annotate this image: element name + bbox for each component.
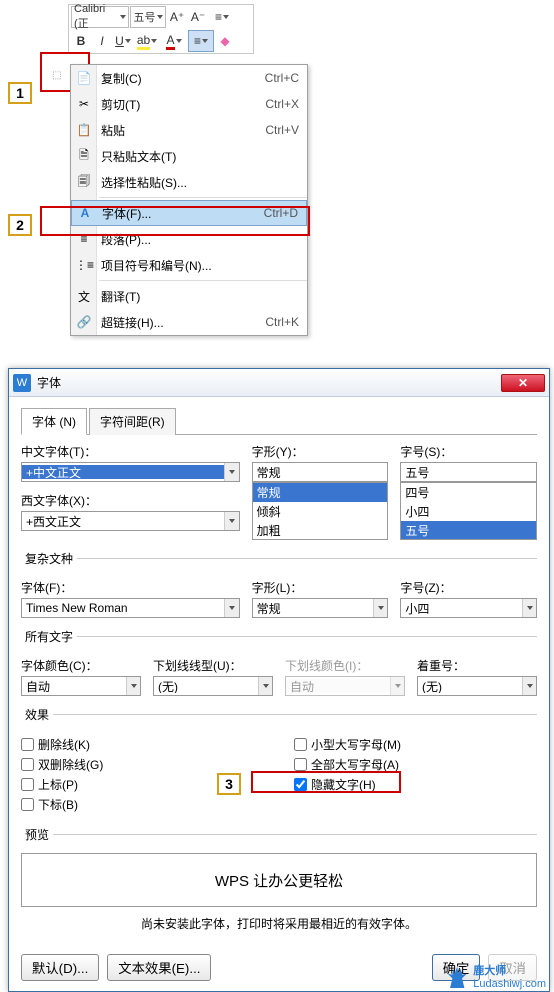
preview-group: 预览 WPS 让办公更轻松 尚未安装此字体，打印时将采用最相近的有效字体。: [21, 826, 537, 940]
step-badge-1: 1: [8, 82, 32, 104]
size-top-list[interactable]: 四号 小四 五号: [400, 482, 537, 540]
paste-special-icon: 🗐: [75, 172, 93, 193]
increase-font-button[interactable]: A⁺: [167, 6, 187, 28]
deer-icon: [445, 964, 469, 988]
dialog-title: 字体: [37, 374, 61, 391]
label-style-top: 字形(Y)：: [252, 443, 389, 460]
complex-font-combo[interactable]: [21, 598, 240, 618]
label-size-top: 字号(S)：: [400, 443, 537, 460]
hidden-text-marker: ⬚: [52, 70, 61, 81]
menu-cut[interactable]: ✂ 剪切(T) Ctrl+X: [71, 91, 307, 117]
complex-style-combo[interactable]: [252, 598, 389, 618]
paste-text-icon: 🗎: [75, 146, 93, 167]
clear-format-button[interactable]: ◆: [215, 30, 235, 52]
menu-copy[interactable]: 📄 复制(C) Ctrl+C: [71, 65, 307, 91]
bullets-icon: ⋮≡: [75, 258, 93, 272]
menu-translate[interactable]: 文 翻译(T): [71, 283, 307, 309]
menu-paste-special[interactable]: 🗐 选择性粘贴(S)...: [71, 169, 307, 195]
cut-icon: ✂: [75, 97, 93, 111]
hidden-checkbox-highlight: [251, 771, 401, 793]
complex-script-group: 复杂文种 字体(F)： 字形(L)： 字号(Z)：: [21, 550, 537, 618]
chk-smallcaps[interactable]: 小型大写字母(M): [294, 736, 537, 753]
translate-icon: 文: [75, 288, 93, 305]
menu-paste[interactable]: 📋 粘贴 Ctrl+V: [71, 117, 307, 143]
step-badge-3: 3: [217, 773, 241, 795]
chinese-font-combo[interactable]: [21, 462, 240, 482]
western-font-combo[interactable]: [21, 511, 240, 531]
menu-bullets[interactable]: ⋮≡ 项目符号和编号(N)...: [71, 252, 307, 278]
font-color-combo[interactable]: [21, 676, 141, 696]
underline-button[interactable]: U: [113, 30, 133, 52]
tab-spacing[interactable]: 字符间距(R): [89, 408, 176, 435]
underline-color-combo: [285, 676, 405, 696]
paste-icon: 📋: [75, 123, 93, 137]
all-text-group: 所有文字 字体颜色(C)： 下划线线型(U)： 下划线颜色(I)：: [21, 628, 537, 696]
app-icon: W: [13, 374, 31, 392]
menu-hyperlink[interactable]: 🔗 超链接(H)... Ctrl+K: [71, 309, 307, 335]
line-spacing-button[interactable]: ≡: [209, 6, 235, 28]
chk-sub[interactable]: 下标(B): [21, 796, 264, 813]
menu-paste-text[interactable]: 🗎 只粘贴文本(T): [71, 143, 307, 169]
decrease-font-button[interactable]: A⁻: [188, 6, 208, 28]
default-button[interactable]: 默认(D)...: [21, 954, 99, 981]
effects-group: 效果 删除线(K) 双删除线(G) 上标(P) 下标(B) 小型大写字母(M) …: [21, 706, 537, 816]
watermark: 鹿大师 Ludashiwj.com: [445, 962, 546, 990]
size-top-input[interactable]: [400, 462, 537, 482]
close-button[interactable]: ✕: [501, 374, 545, 392]
copy-icon: 📄: [75, 71, 93, 85]
tab-font[interactable]: 字体 (N): [21, 408, 87, 435]
underline-combo[interactable]: [153, 676, 273, 696]
style-top-input[interactable]: [252, 462, 389, 482]
font-name-combo[interactable]: Calibri (正: [71, 6, 129, 28]
align-button[interactable]: ≡: [188, 30, 214, 52]
chk-strike[interactable]: 删除线(K): [21, 736, 264, 753]
bold-button[interactable]: B: [71, 30, 91, 52]
highlight-button[interactable]: ab: [134, 30, 160, 52]
font-note: 尚未安装此字体，打印时将采用最相近的有效字体。: [21, 915, 537, 932]
dialog-titlebar: W 字体 ✕: [9, 369, 549, 397]
text-effects-button[interactable]: 文本效果(E)...: [107, 954, 211, 981]
font-color-button[interactable]: A: [161, 30, 187, 52]
style-top-list[interactable]: 常规 倾斜 加粗: [252, 482, 389, 540]
chk-dstrike[interactable]: 双删除线(G): [21, 756, 264, 773]
preview-box: WPS 让办公更轻松: [21, 853, 537, 907]
label-western-font: 西文字体(X)：: [21, 492, 240, 509]
font-dialog: W 字体 ✕ 字体 (N) 字符间距(R) 中文字体(T)： 西文字体(X)：: [8, 368, 550, 992]
emphasis-combo[interactable]: [417, 676, 537, 696]
italic-button[interactable]: I: [92, 30, 112, 52]
hyperlink-icon: 🔗: [75, 315, 93, 329]
context-menu: 📄 复制(C) Ctrl+C ✂ 剪切(T) Ctrl+X 📋 粘贴 Ctrl+…: [70, 64, 308, 336]
label-chinese-font: 中文字体(T)：: [21, 443, 240, 460]
step-badge-2: 2: [8, 214, 32, 236]
complex-size-combo[interactable]: [400, 598, 537, 618]
font-size-combo[interactable]: 五号: [130, 6, 166, 28]
menu-font-highlight: [40, 206, 310, 236]
formatting-toolbar: Calibri (正 五号 A⁺ A⁻ ≡ B I U ab A ≡ ◆: [68, 4, 254, 54]
